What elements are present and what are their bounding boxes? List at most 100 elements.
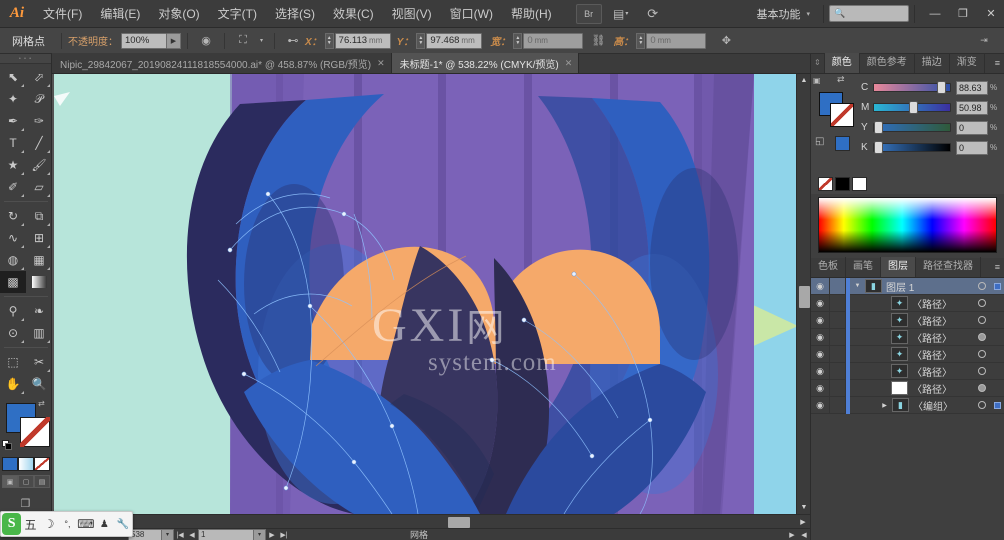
lock-cell[interactable] (830, 328, 846, 346)
black-swatch[interactable] (835, 177, 850, 191)
color-swap-icon[interactable]: ⇄ (837, 74, 845, 85)
eyedropper-tool[interactable]: ⚲ (0, 300, 26, 322)
lasso-tool[interactable]: 𝒫 (26, 88, 52, 110)
draw-normal-button[interactable]: ▣ (2, 475, 18, 488)
selection-tool[interactable]: ⬉ (0, 66, 26, 88)
line-segment-tool[interactable]: ╱ (26, 132, 52, 154)
search-input[interactable]: 🔍 (829, 5, 909, 22)
symbol-sprayer-tool[interactable]: ⊙ (0, 322, 26, 344)
ime-settings-icon[interactable]: 🔧 (114, 512, 132, 536)
lock-cell[interactable] (830, 396, 846, 414)
current-color-preview[interactable] (835, 136, 850, 151)
slider-knob-y[interactable] (874, 121, 883, 134)
horizontal-scroll-thumb[interactable] (448, 516, 470, 528)
color-panel-menu-icon[interactable]: ≡ (995, 58, 1000, 68)
canvas-horizontal-scrollbar[interactable]: ◀ ▶ (52, 514, 810, 528)
column-graph-tool[interactable]: ▥ (26, 322, 52, 344)
first-artboard-icon[interactable]: |◀ (174, 529, 186, 540)
vertical-scroll-thumb[interactable] (799, 286, 810, 308)
opacity-dropdown-icon[interactable]: ▶ (167, 32, 181, 49)
stock-icon[interactable]: ⟳ (640, 4, 666, 24)
visibility-eye-icon[interactable]: ◉ (811, 328, 830, 346)
layer-row-path-6[interactable]: ◉ 〈路径〉 (811, 379, 1004, 397)
visibility-eye-icon[interactable]: ◉ (811, 396, 830, 414)
layer-row-layer1[interactable]: ◉ ▼ ▮ 图层 1 (811, 277, 1004, 295)
target-indicator[interactable] (974, 363, 990, 380)
ime-mode-chinese-button[interactable]: 五 (21, 512, 39, 536)
target-indicator[interactable] (974, 329, 990, 346)
close-button[interactable]: ✕ (978, 4, 1004, 24)
menu-help[interactable]: 帮助(H) (502, 0, 561, 28)
color-mode-none-button[interactable] (34, 457, 50, 471)
canvas-area[interactable]: GXI网 system.com (52, 74, 810, 514)
ime-punctuation-icon[interactable]: °, (58, 512, 76, 536)
curvature-tool[interactable]: ✑ (26, 110, 52, 132)
horizontal-scroll-track[interactable] (66, 515, 796, 529)
tab-brushes[interactable]: 画笔 (846, 257, 881, 277)
slider-track-c[interactable] (873, 81, 951, 94)
x-input[interactable]: 76.113 mm (334, 32, 391, 49)
layers-panel-menu-icon[interactable]: ≡ (995, 262, 1000, 272)
zoom-tool[interactable]: 🔍 (26, 373, 52, 395)
target-indicator[interactable] (974, 380, 990, 397)
opacity-input[interactable]: 100% (121, 32, 167, 49)
scale-tool[interactable]: ⧉ (26, 205, 52, 227)
target-indicator[interactable] (974, 312, 990, 329)
document-tab-nipic[interactable]: Nipic_29842067_20190824111818554000.ai* … (52, 53, 392, 73)
scroll-right-icon[interactable]: ▶ (796, 515, 810, 529)
menu-file[interactable]: 文件(F) (34, 0, 91, 28)
zoom-level-input[interactable]: 538 (128, 528, 162, 540)
zoom-dropdown-icon[interactable]: ▾ (162, 528, 174, 540)
workspace-switcher[interactable]: 基本功能 (750, 6, 806, 22)
layer-name-group[interactable]: 〈编组〉 (913, 398, 974, 413)
perspective-grid-tool[interactable]: ▦ (26, 249, 52, 271)
lock-cell[interactable] (830, 362, 846, 380)
link-dimensions-icon[interactable]: ⛓ (588, 32, 608, 50)
channel-input-y[interactable]: 0 (956, 120, 988, 135)
tab-gradient[interactable]: 渐变 (950, 53, 985, 73)
layer-name-path-2[interactable]: 〈路径〉 (912, 313, 974, 328)
lock-cell[interactable] (830, 311, 846, 329)
tab-stroke[interactable]: 描边 (915, 53, 950, 73)
layer-row-path-3[interactable]: ◉ ✦ 〈路径〉 (811, 328, 1004, 346)
visibility-eye-icon[interactable]: ◉ (811, 379, 830, 397)
document-tab-untitled[interactable]: 未标题-1* @ 538.22% (CMYK/预览) ✕ (391, 53, 580, 73)
visibility-eye-icon[interactable]: ◉ (811, 277, 830, 295)
layer-name-path-1[interactable]: 〈路径〉 (912, 296, 974, 311)
slider-knob-k[interactable] (874, 141, 883, 154)
close-icon[interactable]: ✕ (565, 58, 573, 69)
status-display-text[interactable]: 网格 (410, 528, 428, 540)
color-cube-icon[interactable]: ◱ (815, 136, 828, 149)
direct-selection-tool[interactable]: ⬀ (26, 66, 52, 88)
height-input[interactable]: 0 mm (646, 32, 707, 49)
height-stepper[interactable]: ▲ ▼ (636, 32, 646, 49)
white-swatch[interactable] (852, 177, 867, 191)
layer-name-path-5[interactable]: 〈路径〉 (912, 364, 974, 379)
layer-name-path-6[interactable]: 〈路径〉 (912, 381, 974, 396)
menu-type[interactable]: 文字(T) (209, 0, 266, 28)
slider-track-y[interactable] (873, 121, 951, 134)
scroll-up-icon[interactable]: ▲ (797, 74, 811, 87)
draw-inside-button[interactable]: ▤ (34, 475, 50, 488)
target-indicator[interactable] (974, 397, 990, 414)
ime-user-icon[interactable]: ♟ (95, 512, 113, 536)
paintbrush-tool[interactable]: 🖌 (26, 154, 52, 176)
layer-row-path-2[interactable]: ◉ ✦ 〈路径〉 (811, 311, 1004, 329)
color-mode-gradient-button[interactable] (18, 457, 34, 471)
layer-row-path-1[interactable]: ◉ ✦ 〈路径〉 (811, 294, 1004, 312)
lock-cell[interactable] (830, 294, 846, 312)
status-menu-icon[interactable]: ▶ (786, 529, 798, 540)
menu-view[interactable]: 视图(V) (383, 0, 441, 28)
slider-knob-m[interactable] (908, 101, 918, 114)
y-stepper[interactable]: ▲ ▼ (416, 32, 426, 49)
y-input[interactable]: 97.468 mm (426, 32, 483, 49)
tab-swatches[interactable]: 色板 (811, 257, 846, 277)
color-spectrum-picker[interactable] (818, 197, 997, 253)
hand-tool[interactable]: ✋ (0, 373, 26, 395)
restore-button[interactable]: ❐ (950, 4, 976, 24)
layer-name-path-3[interactable]: 〈路径〉 (912, 330, 974, 345)
channel-input-m[interactable]: 50.98 (956, 100, 988, 115)
arrange-documents-icon[interactable]: ▤ ▾ (608, 4, 634, 24)
layer-row-path-5[interactable]: ◉ ✦ 〈路径〉 (811, 362, 1004, 380)
layer-row-group[interactable]: ◉ ▶ ▮ 〈编组〉 (811, 396, 1004, 414)
